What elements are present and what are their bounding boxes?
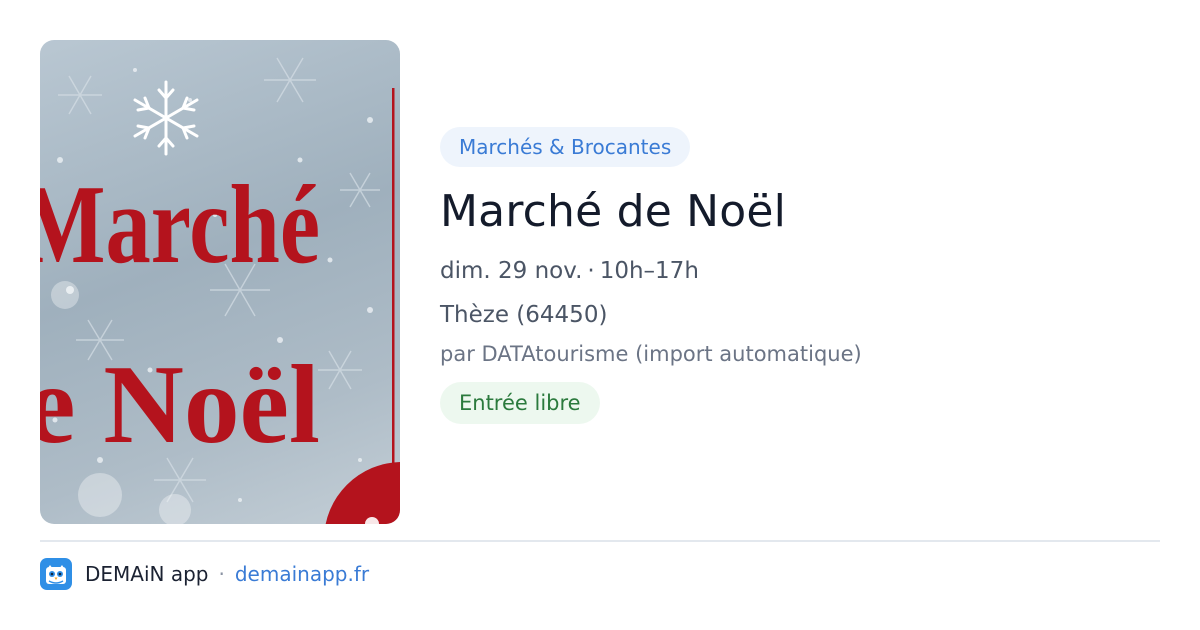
event-source: par DATAtourisme (import automatique) bbox=[440, 342, 862, 366]
event-details: Marchés & Brocantes Marché de Noël dim. … bbox=[440, 127, 1160, 424]
price-badge: Entrée libre bbox=[440, 382, 600, 424]
footer-separator: · bbox=[218, 562, 225, 586]
event-datetime: dim. 29 nov. · 10h–17h bbox=[440, 254, 1160, 288]
app-name: DEMAiN app bbox=[85, 562, 209, 586]
event-date: dim. 29 nov. bbox=[440, 258, 583, 284]
poster-title-line1: Marché bbox=[40, 163, 320, 287]
footer: DEMAiN app · demainapp.fr bbox=[40, 558, 369, 590]
category-badge[interactable]: Marchés & Brocantes bbox=[440, 127, 691, 167]
app-url-link[interactable]: demainapp.fr bbox=[235, 562, 369, 586]
poster-title-line2: e Noël bbox=[40, 343, 320, 467]
event-title[interactable]: Marché de Noël bbox=[440, 184, 1160, 240]
date-separator: · bbox=[587, 258, 595, 284]
event-time: 10h–17h bbox=[599, 258, 699, 284]
footer-divider bbox=[40, 540, 1160, 542]
event-image[interactable]: Marché e Noël bbox=[40, 40, 400, 524]
owl-icon[interactable] bbox=[40, 558, 72, 590]
event-location: Thèze (64450) bbox=[440, 302, 608, 328]
